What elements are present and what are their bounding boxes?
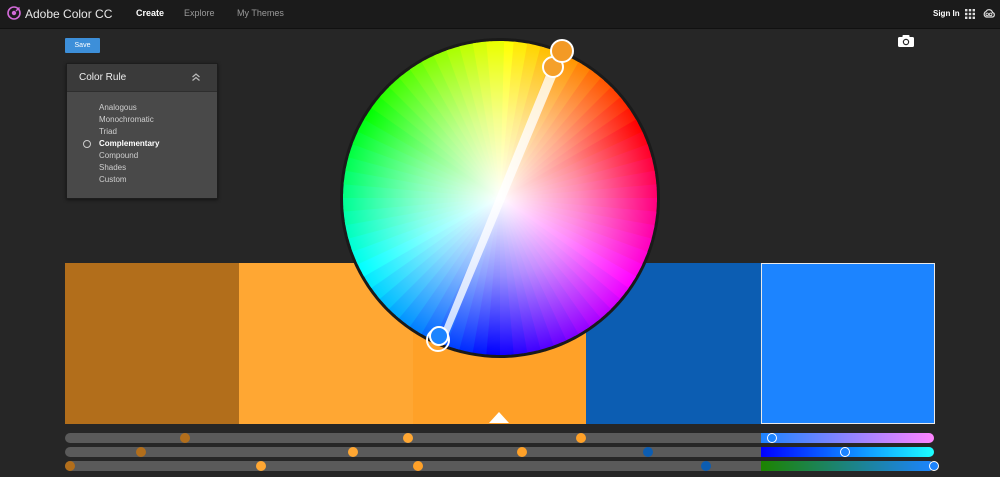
slider-knob[interactable] [347, 447, 358, 457]
selected-slider-red[interactable] [761, 433, 934, 443]
color-rule-option-label: Triad [99, 127, 117, 136]
color-rule-option-custom[interactable]: Custom [67, 174, 217, 186]
color-swatch-5[interactable] [761, 263, 935, 424]
color-rule-option-compound[interactable]: Compound [67, 150, 217, 162]
nav-create[interactable]: Create [136, 8, 164, 18]
slider-knob[interactable] [412, 461, 423, 471]
selected-slider-blue[interactable] [761, 461, 934, 471]
camera-icon[interactable] [897, 34, 915, 48]
nav-explore[interactable]: Explore [184, 8, 215, 18]
color-rule-options: Analogous Monochromatic Triad Complementary… [67, 102, 217, 186]
color-swatch-1[interactable] [65, 263, 239, 424]
color-rule-option-label: Analogous [99, 103, 137, 112]
apps-grid-icon[interactable] [965, 9, 975, 19]
slider-knob[interactable] [929, 461, 939, 471]
color-rule-option-monochromatic[interactable]: Monochromatic [67, 114, 217, 126]
color-rule-option-complementary[interactable]: Complementary [67, 138, 217, 150]
app-title: Adobe Color CC [25, 7, 113, 21]
collapse-chevron-icon[interactable] [191, 72, 201, 82]
color-rule-title: Color Rule [79, 72, 127, 83]
color-rule-option-label: Compound [99, 151, 139, 160]
adobe-color-logo-icon[interactable] [6, 5, 22, 21]
color-rule-option-analogous[interactable]: Analogous [67, 102, 217, 114]
sign-in-link[interactable]: Sign In [933, 9, 960, 18]
top-bar: Adobe Color CC Create Explore My Themes … [0, 0, 1000, 29]
color-rule-option-triad[interactable]: Triad [67, 126, 217, 138]
color-rule-option-label: Shades [99, 163, 127, 172]
slider-knob[interactable] [179, 433, 190, 443]
wheel-handle-orange-2[interactable] [550, 39, 574, 63]
color-rule-header[interactable]: Color Rule [67, 64, 217, 92]
color-wheel-graphic[interactable] [340, 38, 660, 358]
wheel-handle-blue[interactable] [429, 326, 449, 346]
color-rule-option-label: Complementary [99, 139, 160, 148]
color-rule-option-shades[interactable]: Shades [67, 162, 217, 174]
creative-cloud-icon[interactable] [983, 8, 995, 20]
nav-my-themes[interactable]: My Themes [237, 8, 284, 18]
save-button[interactable]: Save [65, 38, 100, 53]
base-color-marker-icon [489, 412, 509, 423]
color-rule-option-label: Custom [99, 175, 127, 184]
radio-selected-icon [83, 140, 91, 148]
color-wheel[interactable] [340, 38, 660, 358]
color-rule-option-label: Monochromatic [99, 115, 154, 124]
color-rule-panel: Color Rule Analogous Monochromatic Triad Co… [66, 63, 218, 199]
